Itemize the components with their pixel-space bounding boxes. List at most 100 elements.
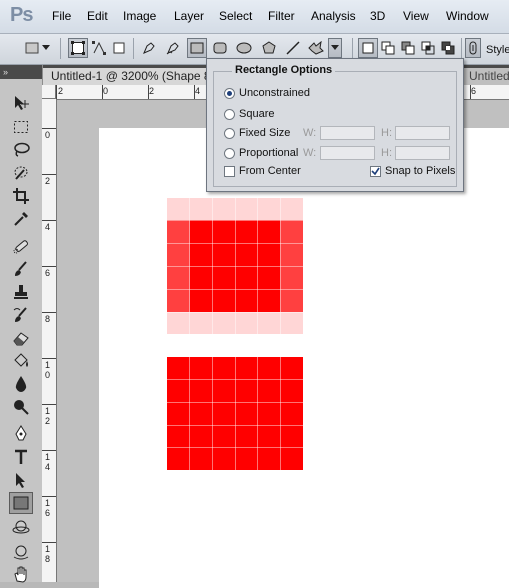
proportional-width-label: W:: [303, 147, 317, 159]
separator: [352, 38, 353, 59]
menu-bar: Ps File Edit Image Layer Select Filter A…: [0, 0, 509, 34]
eraser-tool-icon[interactable]: [9, 327, 33, 349]
polygon-icon[interactable]: [259, 38, 279, 58]
quick-selection-tool-icon[interactable]: [9, 162, 33, 184]
toolbox-collapse-button[interactable]: »: [0, 65, 42, 79]
line-icon[interactable]: [283, 38, 303, 58]
chevron-down-icon[interactable]: [40, 38, 52, 58]
radio-unconstrained[interactable]: [224, 88, 235, 99]
document-canvas[interactable]: [99, 128, 509, 588]
popup-title: Rectangle Options: [232, 64, 336, 76]
ruler-label: 1 0: [45, 360, 51, 380]
pen-tool-icon[interactable]: [9, 423, 33, 445]
move-tool-icon[interactable]: [9, 92, 33, 114]
separator: [60, 38, 61, 59]
rectangle-tool-icon[interactable]: [187, 38, 207, 58]
ruler-label: 1 2: [45, 406, 51, 426]
crop-tool-icon[interactable]: [9, 185, 33, 207]
link-layer-style-icon[interactable]: [465, 38, 481, 58]
menu-select[interactable]: Select: [219, 9, 252, 23]
spot-healing-brush-icon[interactable]: [9, 235, 33, 257]
clone-stamp-tool-icon[interactable]: [9, 281, 33, 303]
marquee-tool-icon[interactable]: [9, 116, 33, 138]
ruler-label: 6: [471, 86, 477, 96]
snap-to-pixels-checkbox[interactable]: [370, 166, 381, 177]
subtract-from-shape-area-icon[interactable]: [398, 38, 418, 58]
menu-layer[interactable]: Layer: [174, 9, 204, 23]
paths-icon[interactable]: [89, 38, 109, 58]
ruler-label: 6: [45, 268, 51, 278]
freeform-pen-icon[interactable]: [163, 38, 183, 58]
exclude-overlapping-icon[interactable]: [438, 38, 458, 58]
option-unconstrained-label[interactable]: Unconstrained: [239, 87, 310, 99]
rectangle-options-popup: Rectangle Options Unconstrained Square F…: [206, 58, 464, 192]
ruler-label: 0: [45, 130, 51, 140]
menu-3d[interactable]: 3D: [370, 9, 385, 23]
menu-filter[interactable]: Filter: [268, 9, 295, 23]
fill-pixels-icon[interactable]: [109, 38, 129, 58]
fixed-width-field[interactable]: [320, 126, 375, 140]
menu-view[interactable]: View: [403, 9, 429, 23]
photoshop-logo: Ps: [10, 4, 33, 26]
lasso-tool-icon[interactable]: [9, 139, 33, 161]
3d-rotate-tool-icon[interactable]: [9, 517, 33, 539]
tool-preset-picker[interactable]: [22, 38, 42, 58]
geometry-options-dropdown-icon[interactable]: [328, 38, 342, 58]
blur-tool-icon[interactable]: [9, 373, 33, 395]
brush-tool-icon[interactable]: [9, 258, 33, 280]
option-fixed-size-label[interactable]: Fixed Size: [239, 127, 290, 139]
menu-window[interactable]: Window: [446, 9, 489, 23]
radio-fixed-size[interactable]: [224, 128, 235, 139]
intersect-shape-areas-icon[interactable]: [418, 38, 438, 58]
fixed-height-field[interactable]: [395, 126, 450, 140]
separator: [133, 38, 134, 59]
ruler-label: 8: [45, 314, 51, 324]
type-tool-icon[interactable]: [9, 446, 33, 468]
new-shape-layer-icon[interactable]: [358, 38, 378, 58]
checkmark-icon: [371, 167, 380, 176]
ruler-origin[interactable]: [42, 85, 56, 99]
tab-untitled-1[interactable]: Untitled-1 @ 3200% (Shape 8,: [43, 68, 206, 85]
paint-bucket-tool-icon[interactable]: [9, 350, 33, 372]
shape-rectangle-2[interactable]: [167, 357, 304, 471]
ruler-label: 1 6: [45, 498, 51, 518]
shape-rectangle-1[interactable]: [167, 198, 304, 335]
menu-image[interactable]: Image: [123, 9, 156, 23]
from-center-label[interactable]: From Center: [239, 165, 301, 177]
radio-square[interactable]: [224, 109, 235, 120]
custom-shape-icon[interactable]: [306, 38, 326, 58]
ruler-label: 4: [45, 222, 51, 232]
3d-orbit-tool-icon[interactable]: [9, 541, 33, 563]
menu-analysis[interactable]: Analysis: [311, 9, 356, 23]
proportional-height-label: H:: [381, 147, 392, 159]
style-label: Style: [486, 44, 509, 56]
from-center-checkbox[interactable]: [224, 166, 235, 177]
option-square-label[interactable]: Square: [239, 108, 274, 120]
menu-file[interactable]: File: [52, 9, 71, 23]
menu-edit[interactable]: Edit: [87, 9, 108, 23]
proportional-width-field[interactable]: [320, 146, 375, 160]
rectangle-shape-tool-icon[interactable]: [9, 492, 33, 514]
proportional-height-field[interactable]: [395, 146, 450, 160]
option-proportional-label[interactable]: Proportional: [239, 147, 298, 159]
pen-icon[interactable]: [139, 38, 159, 58]
path-selection-tool-icon[interactable]: [9, 469, 33, 491]
shape-layers-icon[interactable]: [68, 38, 88, 58]
ruler-label: 2: [45, 176, 51, 186]
ruler-label: 2: [58, 86, 64, 96]
ellipse-icon[interactable]: [234, 38, 254, 58]
rounded-rectangle-icon[interactable]: [210, 38, 230, 58]
eyedropper-tool-icon[interactable]: [9, 208, 33, 230]
dodge-tool-icon[interactable]: [9, 396, 33, 418]
toolbox-panel: »: [0, 65, 43, 583]
add-to-shape-area-icon[interactable]: [378, 38, 398, 58]
snap-to-pixels-label[interactable]: Snap to Pixels: [385, 165, 455, 177]
radio-proportional[interactable]: [224, 148, 235, 159]
ruler-label: 1 8: [45, 544, 51, 564]
tab-untitled-2[interactable]: Untitled-: [461, 68, 509, 85]
history-brush-tool-icon[interactable]: [9, 304, 33, 326]
ruler-label: 1 4: [45, 452, 51, 472]
vertical-ruler[interactable]: 0 2 4 6 8 1 0 1 2 1 4 1 6 1 8: [42, 99, 57, 582]
ruler-label: 4: [195, 86, 201, 96]
fixed-height-label: H:: [381, 127, 392, 139]
